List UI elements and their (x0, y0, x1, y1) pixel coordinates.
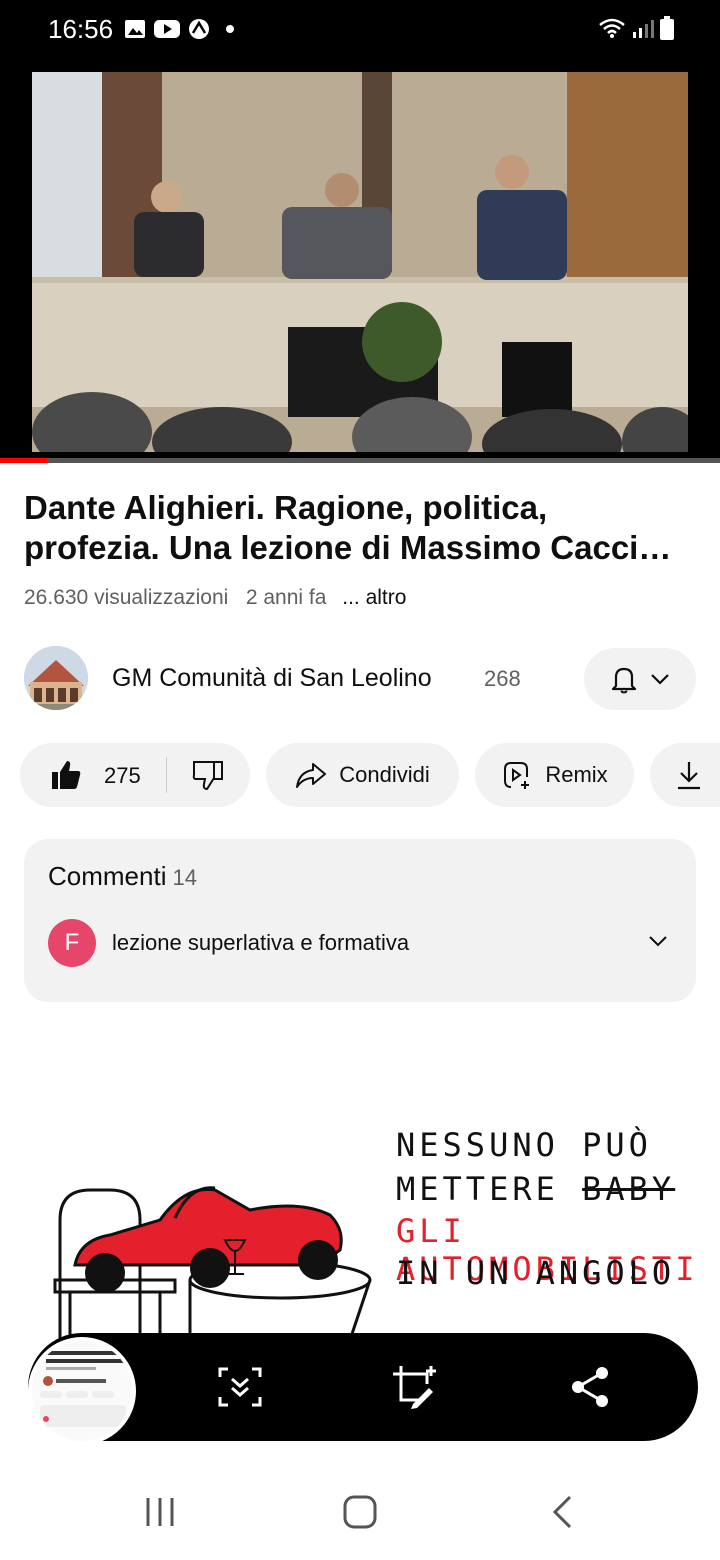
comments-count: 14 (172, 865, 197, 890)
status-bar: 16:56 (0, 0, 720, 62)
navigation-bar (0, 1460, 720, 1560)
video-player[interactable] (0, 62, 720, 460)
comments-header: Commenti 14 (48, 861, 197, 892)
back-button[interactable] (532, 1482, 592, 1542)
video-progress-bar[interactable] (0, 458, 720, 463)
share-screenshot-button[interactable] (564, 1361, 616, 1413)
app-icon (189, 19, 209, 39)
bell-icon (611, 667, 637, 694)
download-icon (678, 762, 700, 790)
scroll-capture-icon (218, 1367, 262, 1407)
like-dislike-pill: 275 (20, 743, 250, 807)
screenshot-toolbar (28, 1333, 698, 1445)
like-count: 275 (104, 763, 141, 788)
download-button[interactable] (650, 743, 720, 807)
church-image (24, 646, 88, 710)
ad-line-4: IN UN ANGOLO (396, 1254, 676, 1292)
like-divider (166, 757, 167, 793)
share-button[interactable]: Condividi (266, 743, 459, 807)
recent-apps-button[interactable] (130, 1482, 190, 1542)
more-link[interactable]: ... altro (342, 586, 406, 609)
home-button[interactable] (330, 1482, 390, 1542)
scroll-capture-button[interactable] (214, 1361, 266, 1413)
gallery-icon (125, 20, 145, 38)
ad-line-2a: METTERE (396, 1170, 559, 1208)
more-notifications-dot (226, 25, 234, 33)
video-meta[interactable]: 26.630 visualizzazioni 2 anni fa ... alt… (24, 586, 406, 610)
battery-icon (660, 16, 674, 40)
wifi-icon (599, 18, 625, 38)
channel-name[interactable]: GM Comunità di San Leolino (112, 664, 432, 693)
video-title-line2: profezia. Una lezione di Massimo Cacci… (24, 529, 672, 566)
video-title-line1: Dante Alighieri. Ragione, politica, (24, 489, 548, 526)
system-icons (598, 16, 674, 40)
video-title[interactable]: Dante Alighieri. Ragione, politica, prof… (24, 488, 696, 568)
ad-line-2: METTERE BABY (396, 1170, 675, 1208)
screenshot-thumbnail[interactable] (28, 1337, 136, 1445)
share-label: Condividi (339, 762, 430, 787)
expand-comments-icon[interactable] (648, 935, 668, 947)
comments-section[interactable]: Commenti 14 F lezione superlativa e forma… (24, 839, 696, 1002)
thumbnail-preview (32, 1341, 132, 1441)
subscription-bell-button[interactable] (584, 648, 696, 710)
subscriber-count: 268 (484, 666, 521, 691)
home-icon (343, 1495, 377, 1529)
ad-line-1: NESSUNO PUÒ (396, 1126, 652, 1164)
action-bar: 275 Condividi Remix (0, 743, 720, 807)
commenter-avatar: F (48, 919, 96, 967)
notification-icons (124, 18, 234, 40)
comments-label: Commenti (48, 861, 167, 891)
ad-line-2b: BABY (582, 1170, 676, 1208)
channel-avatar[interactable] (24, 646, 88, 710)
clock: 16:56 (48, 14, 114, 44)
upload-age: 2 anni fa (245, 586, 327, 609)
like-icon[interactable] (50, 759, 82, 791)
top-comment-text: lezione superlativa e formativa (112, 930, 410, 955)
crop-edit-button[interactable] (388, 1361, 440, 1413)
recent-apps-icon (146, 1498, 174, 1526)
remix-button[interactable]: Remix (475, 743, 634, 807)
youtube-icon (154, 20, 180, 38)
dislike-icon[interactable] (192, 759, 224, 791)
view-count: 26.630 visualizzazioni (24, 586, 229, 609)
share-arrow-icon (296, 763, 327, 788)
share-icon (572, 1367, 608, 1407)
video-progress-fill (0, 458, 47, 463)
signal-icon (633, 20, 654, 38)
remix-icon (504, 762, 530, 789)
back-icon (552, 1495, 572, 1529)
chevron-down-icon (651, 674, 669, 685)
remix-label: Remix (545, 762, 608, 787)
channel-row[interactable]: GM Comunità di San Leolino 268 (24, 646, 696, 712)
video-frame (32, 72, 688, 452)
crop-edit-icon (393, 1366, 436, 1409)
